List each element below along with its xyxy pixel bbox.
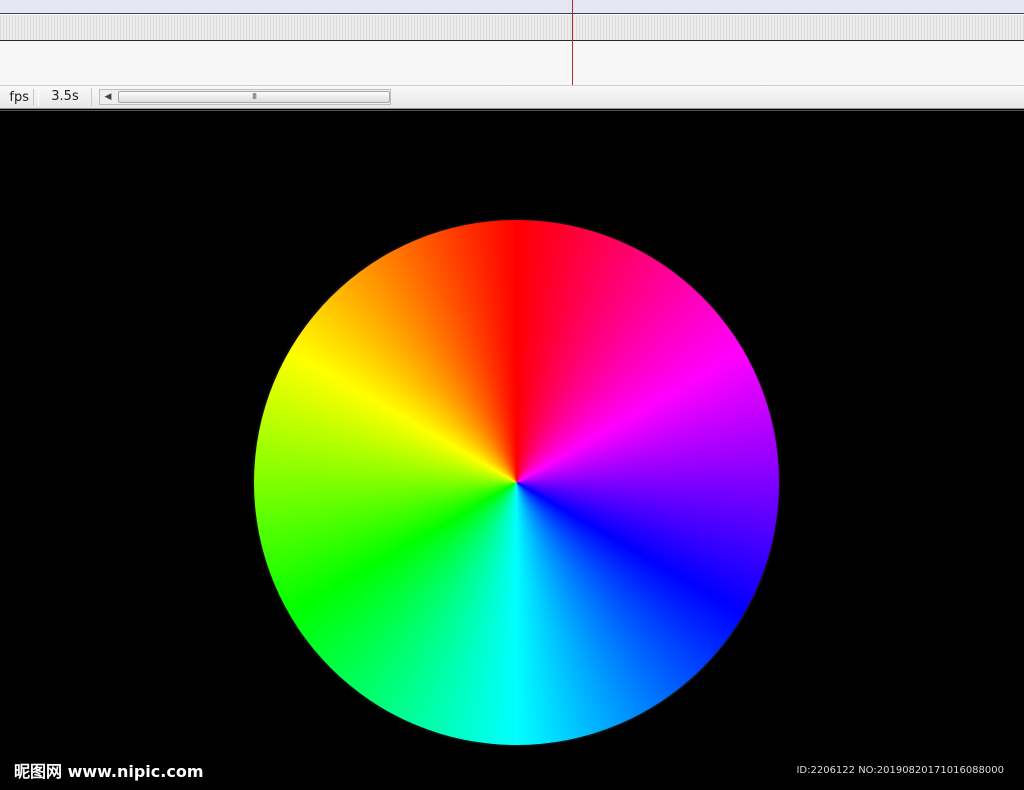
elapsed-time-label: 3.5s	[38, 88, 92, 106]
playhead-marker[interactable]	[572, 0, 573, 85]
flash-editor-window: fps 3.5s ◀ III 昵图网 www.nipic.com ID:2206…	[0, 0, 1024, 790]
frame-rate-label[interactable]: fps	[0, 89, 34, 106]
timeline-status-bar: fps 3.5s ◀ III	[0, 85, 1024, 109]
scrollbar-thumb[interactable]: III	[118, 91, 390, 103]
timeline-layer-frames[interactable]	[0, 14, 1024, 41]
timeline-horizontal-scrollbar[interactable]: ◀ III	[99, 89, 391, 105]
scrollbar-grip-icon: III	[251, 92, 257, 101]
scroll-left-arrow-icon[interactable]: ◀	[100, 90, 116, 104]
watermark-site: 昵图网 www.nipic.com	[14, 762, 204, 781]
stage-canvas[interactable]	[0, 110, 1024, 790]
watermark-id: ID:2206122 NO:20190820171016088000	[796, 765, 1004, 776]
timeline-header-row	[0, 0, 1024, 14]
timeline-panel	[0, 0, 1024, 85]
timeline-empty-area	[0, 41, 1024, 85]
color-wheel-graphic[interactable]	[254, 220, 779, 745]
